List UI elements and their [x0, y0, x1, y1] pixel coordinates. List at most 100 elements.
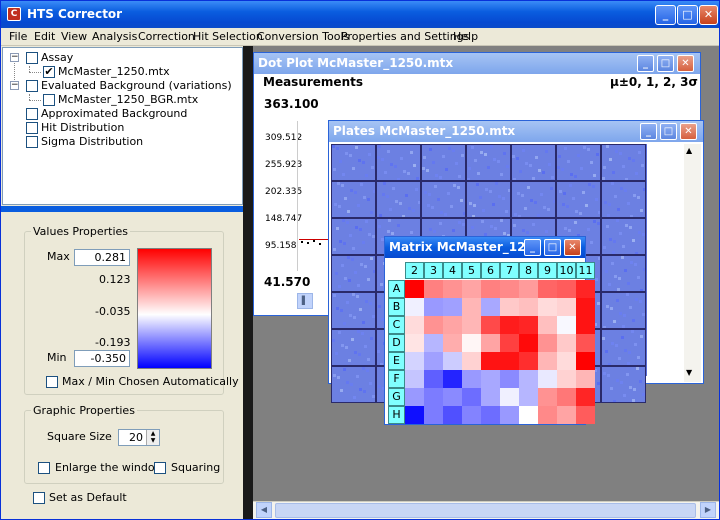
matrix-cell[interactable] [557, 280, 576, 298]
matrix-cell[interactable] [424, 406, 443, 424]
menu-hit-selection[interactable]: Hit Selection [193, 30, 263, 43]
matrix-cell[interactable] [500, 334, 519, 352]
dot-plot-close-button[interactable]: ✕ [677, 55, 694, 72]
matrix-cell[interactable] [405, 334, 424, 352]
matrix-cell[interactable] [424, 298, 443, 316]
matrix-cell[interactable] [462, 370, 481, 388]
plate-tile[interactable] [331, 329, 376, 366]
matrix-cell[interactable] [519, 334, 538, 352]
plate-tile[interactable] [601, 144, 646, 181]
matrix-cell[interactable] [538, 316, 557, 334]
matrix-cell[interactable] [500, 406, 519, 424]
plate-tile[interactable] [556, 144, 601, 181]
matrix-cell[interactable] [519, 406, 538, 424]
assay-checkbox[interactable] [26, 52, 38, 64]
plate-tile[interactable] [601, 292, 646, 329]
matrix-titlebar[interactable]: Matrix McMaster_12... _ □ ✕ [385, 237, 585, 258]
mcmaster-checkbox[interactable]: ✔ [43, 66, 55, 78]
matrix-cell[interactable] [538, 370, 557, 388]
matrix-close-button[interactable]: ✕ [564, 239, 581, 256]
matrix-cell[interactable] [500, 388, 519, 406]
matrix-cell[interactable] [557, 316, 576, 334]
matrix-cell[interactable] [481, 298, 500, 316]
matrix-cell[interactable] [405, 316, 424, 334]
matrix-cell[interactable] [557, 406, 576, 424]
matrix-cell[interactable] [481, 352, 500, 370]
matrix-cell[interactable] [557, 388, 576, 406]
dot-plot-titlebar[interactable]: Dot Plot McMaster_1250.mtx _ □ ✕ [254, 53, 700, 74]
matrix-cell[interactable] [557, 334, 576, 352]
matrix-cell[interactable] [481, 388, 500, 406]
set-default-checkbox[interactable] [33, 492, 45, 504]
matrix-cell[interactable] [443, 352, 462, 370]
plate-tile[interactable] [601, 181, 646, 218]
scroll-right-icon[interactable]: ▶ [700, 502, 716, 518]
matrix-cell[interactable] [576, 388, 595, 406]
approximated-background-checkbox[interactable] [26, 108, 38, 120]
bgr-checkbox[interactable] [43, 94, 55, 106]
plate-tile[interactable] [421, 181, 466, 218]
matrix-cell[interactable] [500, 352, 519, 370]
matrix-cell[interactable] [462, 280, 481, 298]
scroll-up-icon[interactable]: ▲ [686, 146, 692, 155]
matrix-cell[interactable] [500, 316, 519, 334]
matrix-cell[interactable] [443, 280, 462, 298]
dot-plot-scroll-thumb[interactable]: ▌ [297, 293, 313, 309]
workspace-hscroll[interactable]: ◀ ▶ [253, 501, 719, 519]
menu-view[interactable]: View [61, 30, 87, 43]
sigma-distribution-checkbox[interactable] [26, 136, 38, 148]
plate-tile[interactable] [376, 144, 421, 181]
matrix-cell[interactable] [424, 370, 443, 388]
matrix-minimize-button[interactable]: _ [524, 239, 541, 256]
maximize-button[interactable]: □ [677, 5, 698, 25]
min-field[interactable]: -0.350 [74, 350, 130, 367]
plate-tile[interactable] [331, 218, 376, 255]
matrix-cell[interactable] [557, 352, 576, 370]
plate-tile[interactable] [331, 366, 376, 403]
matrix-cell[interactable] [576, 298, 595, 316]
matrix-cell[interactable] [576, 334, 595, 352]
squaring-checkbox[interactable] [154, 462, 166, 474]
matrix-cell[interactable] [405, 370, 424, 388]
plate-tile[interactable] [376, 181, 421, 218]
matrix-cell[interactable] [443, 316, 462, 334]
matrix-cell[interactable] [443, 370, 462, 388]
matrix-cell[interactable] [405, 352, 424, 370]
matrix-cell[interactable] [462, 388, 481, 406]
matrix-window[interactable]: Matrix McMaster_12... _ □ ✕ 2 3 4 5 6 7 8 9 10 11… [384, 236, 595, 425]
matrix-cell[interactable] [519, 316, 538, 334]
minimize-button[interactable]: _ [655, 5, 676, 25]
plate-tile[interactable] [511, 144, 556, 181]
menu-edit[interactable]: Edit [34, 30, 55, 43]
enlarge-window-checkbox[interactable] [38, 462, 50, 474]
plate-tile[interactable] [331, 255, 376, 292]
matrix-cell[interactable] [443, 334, 462, 352]
matrix-cell[interactable] [557, 298, 576, 316]
matrix-cell[interactable] [576, 280, 595, 298]
matrix-cell[interactable] [519, 280, 538, 298]
matrix-cell[interactable] [500, 280, 519, 298]
plate-tile[interactable] [466, 144, 511, 181]
matrix-cell[interactable] [443, 388, 462, 406]
plate-tile[interactable] [331, 292, 376, 329]
panel-splitter[interactable] [1, 206, 243, 212]
assay-collapse-icon[interactable]: − [10, 53, 19, 62]
menu-help[interactable]: Help [453, 30, 478, 43]
menu-file[interactable]: File [9, 30, 27, 43]
matrix-cell[interactable] [405, 388, 424, 406]
plate-tile[interactable] [601, 366, 646, 403]
plate-tile[interactable] [421, 144, 466, 181]
plate-tile[interactable] [556, 181, 601, 218]
menu-correction[interactable]: Correction [138, 30, 195, 43]
matrix-cell[interactable] [443, 406, 462, 424]
plate-tile[interactable] [601, 255, 646, 292]
matrix-maximize-button[interactable]: □ [544, 239, 561, 256]
menu-analysis[interactable]: Analysis [92, 30, 137, 43]
scroll-down-icon[interactable]: ▼ [686, 368, 692, 377]
plates-titlebar[interactable]: Plates McMaster_1250.mtx _ □ ✕ [329, 121, 703, 142]
max-field[interactable]: 0.281 [74, 249, 130, 266]
matrix-cell[interactable] [576, 406, 595, 424]
matrix-cell[interactable] [538, 352, 557, 370]
matrix-cell[interactable] [462, 352, 481, 370]
auto-maxmin-checkbox[interactable] [46, 376, 58, 388]
